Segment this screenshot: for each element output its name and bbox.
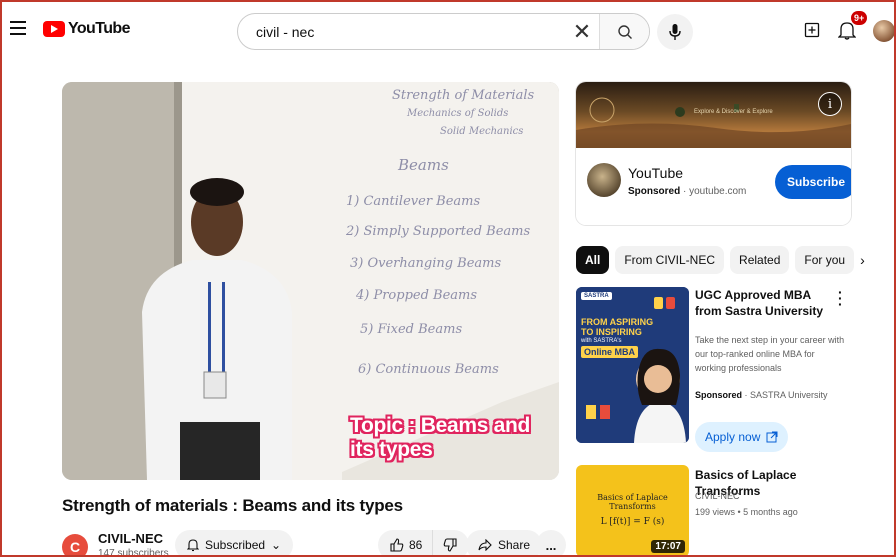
recommendation-ad: SASTRA FROM ASPIRING TO INSPIRING with S…	[576, 285, 851, 452]
whiteboard-line: 1) Cantilever Beams	[346, 194, 481, 209]
video-title: Strength of materials : Beams and its ty…	[62, 496, 403, 515]
apply-now-button[interactable]: Apply now	[695, 422, 789, 452]
whiteboard-line: 2) Simply Supported Beams	[346, 224, 531, 239]
bell-icon	[187, 539, 199, 552]
sponsored-ad-card: Explore & Discover & Explore i YouTube S…	[576, 82, 851, 225]
whiteboard-line: Mechanics of Solids	[407, 108, 509, 119]
video-thumbnail[interactable]: Basics of Laplace Transforms L [f(t)] = …	[576, 465, 689, 557]
chip-from-channel[interactable]: From CIVIL-NEC	[615, 246, 725, 274]
youtube-logo[interactable]: YouTube	[43, 20, 130, 38]
whiteboard-line: 6) Continuous Beams	[358, 362, 499, 377]
ad-domain: youtube.com	[689, 186, 747, 197]
external-link-icon	[766, 431, 778, 443]
thumbs-up-icon	[390, 538, 404, 552]
ad-channel-avatar[interactable]	[587, 163, 621, 197]
filter-chips: All From CIVIL-NEC Related For you ›	[576, 245, 865, 275]
chip-all[interactable]: All	[576, 246, 610, 274]
like-dislike-group: 86	[378, 530, 470, 557]
notification-badge: 9+	[851, 11, 868, 25]
rec-title[interactable]: UGC Approved MBA from Sastra University	[695, 287, 835, 319]
chip-for-you[interactable]: For you	[795, 246, 855, 274]
whiteboard-line: 3) Overhanging Beams	[350, 256, 502, 271]
create-video-icon	[804, 22, 820, 38]
thumbs-down-icon	[444, 538, 457, 552]
ad-banner-image[interactable]: Explore & Discover & Explore i	[576, 82, 851, 148]
search-box: ✕	[237, 13, 650, 50]
share-button[interactable]: Share	[466, 530, 543, 557]
voice-search-button[interactable]	[657, 14, 693, 50]
thumb-sub: with SASTRA's	[581, 338, 622, 344]
more-actions-button[interactable]: ...	[536, 530, 566, 557]
ad-banner-caption: Explore & Discover & Explore	[694, 109, 773, 115]
channel-row: C CIVIL-NEC 147 subscribers Subscribed ⌄…	[62, 530, 566, 557]
recommendation-video: Basics of Laplace Transforms L [f(t)] = …	[576, 465, 851, 557]
video-player[interactable]: Strength of Materials Mechanics of Solid…	[62, 82, 559, 480]
info-icon[interactable]: i	[818, 92, 842, 116]
sponsored-label: Sponsored	[628, 186, 681, 197]
thumb-tag: Online MBA	[581, 346, 638, 358]
ad-body: YouTube Sponsored · youtube.com Subscrib…	[576, 148, 851, 225]
whiteboard-line: Strength of Materials	[392, 88, 535, 103]
thumb-badge: SASTRA	[581, 292, 612, 300]
account-avatar[interactable]	[873, 20, 895, 42]
sponsor-name: SASTRA University	[750, 390, 828, 400]
rec-sponsored-line: Sponsored · SASTRA University	[695, 390, 828, 400]
country-code: IN	[108, 0, 115, 3]
ad-thumbnail[interactable]: SASTRA FROM ASPIRING TO INSPIRING with S…	[576, 287, 689, 443]
whiteboard-line: 5) Fixed Beams	[360, 322, 463, 337]
video-topic-overlay: Topic : Beams and its types	[350, 414, 531, 461]
youtube-play-icon	[43, 21, 65, 37]
subscribed-button[interactable]: Subscribed ⌄	[175, 530, 294, 557]
whiteboard-line: Solid Mechanics	[440, 126, 524, 137]
share-label: Share	[498, 538, 531, 552]
more-options-icon[interactable]: · · ·	[838, 285, 843, 311]
microphone-icon	[669, 24, 681, 40]
share-icon	[478, 539, 492, 551]
sponsored-label: Sponsored	[695, 390, 743, 400]
logo-text: YouTube	[68, 20, 130, 37]
clear-search-icon[interactable]: ✕	[565, 19, 599, 45]
subscriber-count: 147 subscribers	[98, 548, 169, 557]
ad-title[interactable]: YouTube	[628, 165, 683, 181]
subscribe-button[interactable]: Subscribe	[775, 165, 851, 199]
thumb-title: Basics of Laplace Transforms	[597, 493, 668, 511]
ad-sponsored-line: Sponsored · youtube.com	[628, 186, 747, 197]
duration-badge: 17:07	[651, 540, 685, 553]
chevron-right-icon[interactable]: ›	[860, 246, 865, 274]
channel-avatar[interactable]: C	[62, 534, 88, 557]
rec-channel[interactable]: CIVIL-NEC	[695, 491, 740, 501]
thumb-headline: FROM ASPIRING TO INSPIRING	[581, 317, 654, 337]
search-button[interactable]	[599, 14, 649, 49]
whiteboard-line: 4) Propped Beams	[356, 288, 478, 303]
search-icon	[617, 24, 632, 39]
menu-icon[interactable]	[10, 21, 26, 35]
masthead: YouTube IN ✕ 9+	[0, 0, 896, 64]
channel-name[interactable]: CIVIL-NEC	[98, 531, 163, 546]
mba-thumbnail-art	[576, 287, 689, 443]
like-button[interactable]: 86	[378, 530, 434, 557]
whiteboard-line: Beams	[398, 156, 449, 174]
chevron-down-icon: ⌄	[271, 538, 282, 552]
search-input[interactable]	[238, 14, 565, 49]
subscribed-label: Subscribed	[205, 538, 266, 552]
ad-banner-landscape	[576, 97, 851, 148]
thumb-formula: L [f(t)] = F (s)	[600, 517, 665, 527]
create-button[interactable]	[804, 22, 820, 43]
like-count: 86	[409, 538, 423, 552]
dislike-button[interactable]	[433, 530, 469, 557]
rec-description: Take the next step in your career with o…	[695, 335, 845, 373]
chip-related[interactable]: Related	[730, 246, 790, 274]
rec-meta: 199 views • 5 months ago	[695, 507, 798, 517]
apply-now-label: Apply now	[705, 430, 761, 444]
